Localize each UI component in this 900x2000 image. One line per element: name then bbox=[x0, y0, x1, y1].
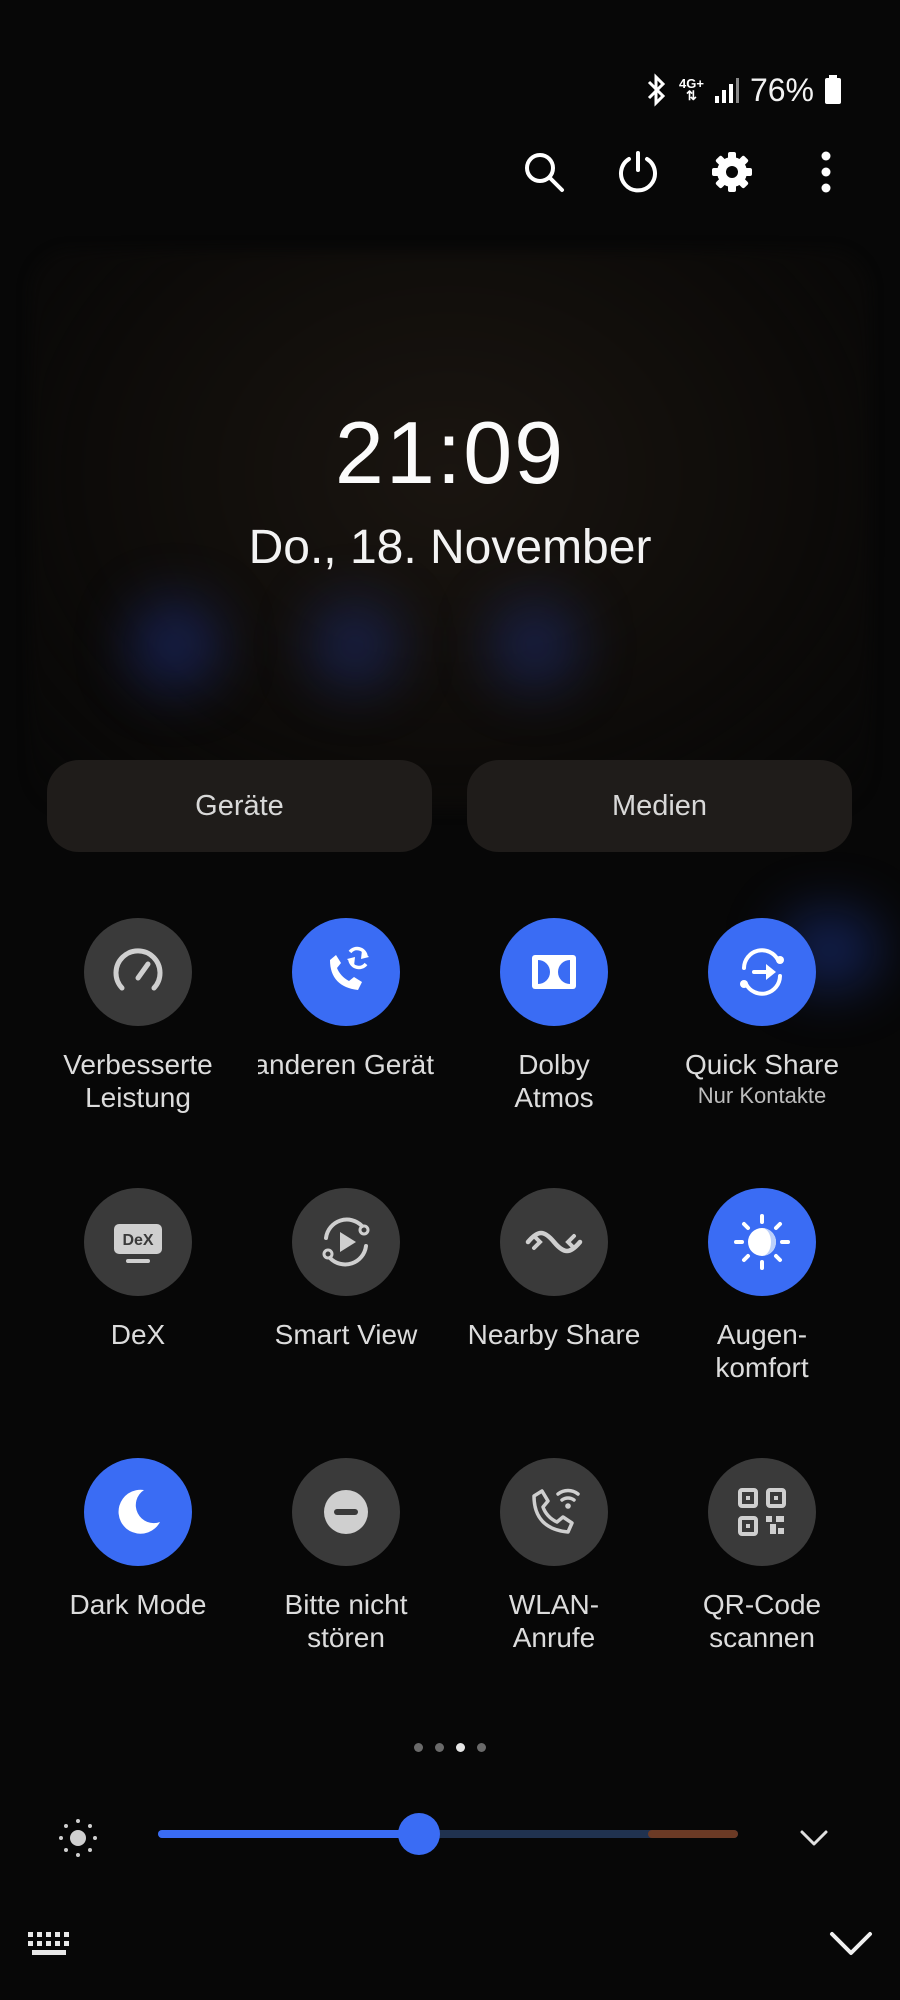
eye-comfort-icon bbox=[734, 1214, 790, 1270]
tile-toggle[interactable] bbox=[292, 1458, 400, 1566]
page-indicator bbox=[0, 1743, 900, 1752]
tile-toggle[interactable] bbox=[500, 1458, 608, 1566]
settings-button[interactable] bbox=[708, 148, 756, 196]
tile-toggle[interactable] bbox=[84, 1458, 192, 1566]
more-options-button[interactable] bbox=[802, 148, 850, 196]
battery-icon bbox=[825, 75, 841, 104]
tile-dolby-atmos[interactable]: Dolby Atmos bbox=[450, 918, 658, 1114]
tile-toggle[interactable] bbox=[292, 918, 400, 1026]
power-icon bbox=[619, 151, 657, 193]
brightness-icon bbox=[59, 1819, 97, 1857]
expand-brightness-chevron-icon[interactable] bbox=[796, 1820, 832, 1856]
collapse-panel-chevron-icon[interactable] bbox=[826, 1924, 876, 1964]
slider-thumb[interactable] bbox=[398, 1813, 440, 1855]
tile-label: Bitte nicht stören bbox=[284, 1589, 408, 1653]
tile-enhanced-performance[interactable]: Verbesserte Leistung bbox=[34, 918, 242, 1114]
clock-time[interactable]: 21:09 bbox=[0, 402, 900, 504]
tile-toggle[interactable] bbox=[708, 1458, 816, 1566]
qr-code-icon bbox=[738, 1488, 786, 1536]
tile-label: WLAN- Anrufe bbox=[508, 1589, 600, 1653]
dex-icon: DeX bbox=[114, 1224, 162, 1263]
page-dot[interactable] bbox=[414, 1743, 423, 1752]
tile-qr-scanner[interactable]: QR-Code scannen bbox=[658, 1458, 866, 1654]
status-bar: 4G+ ⇅ 76% bbox=[643, 70, 842, 110]
page-dot[interactable] bbox=[477, 1743, 486, 1752]
tile-label: Verbesserte Leistung bbox=[63, 1049, 213, 1113]
tile-toggle[interactable] bbox=[708, 918, 816, 1026]
keyboard-icon[interactable] bbox=[26, 1924, 74, 1964]
battery-percent: 76% bbox=[749, 71, 814, 108]
tile-toggle[interactable] bbox=[500, 1188, 608, 1296]
brightness-slider[interactable] bbox=[158, 1813, 738, 1855]
search-icon bbox=[525, 153, 564, 192]
tile-do-not-disturb[interactable]: Bitte nicht stören bbox=[242, 1458, 450, 1654]
speedometer-icon bbox=[113, 948, 163, 991]
tile-toggle[interactable] bbox=[500, 918, 608, 1026]
slider-fill bbox=[158, 1830, 419, 1838]
page-dot[interactable] bbox=[435, 1743, 444, 1752]
tile-label: Quick Share bbox=[684, 1049, 840, 1080]
smart-view-icon bbox=[322, 1217, 370, 1267]
tile-nearby-share[interactable]: Nearby Share bbox=[450, 1188, 658, 1351]
dolby-icon bbox=[532, 955, 576, 989]
devices-button[interactable]: Geräte bbox=[47, 760, 432, 852]
search-button[interactable] bbox=[520, 148, 568, 196]
tile-sublabel: Nur Kontakte bbox=[697, 1083, 827, 1108]
tile-toggle[interactable] bbox=[84, 918, 192, 1026]
media-button[interactable]: Medien bbox=[467, 760, 852, 852]
tile-label: QR-Code scannen bbox=[702, 1589, 822, 1653]
gear-icon bbox=[712, 152, 752, 192]
tile-label: Anrufe/SMS auf anderen Gerät bbox=[258, 1049, 434, 1080]
top-actions bbox=[520, 148, 850, 196]
tile-label: Smart View bbox=[274, 1319, 418, 1350]
moon-icon bbox=[118, 1489, 160, 1534]
network-type: 4G+ ⇅ bbox=[679, 76, 704, 103]
tile-label: Dolby Atmos bbox=[514, 1049, 594, 1113]
tile-calls-other-devices[interactable]: Anrufe/SMS auf anderen Gerät bbox=[242, 918, 450, 1081]
tile-label: Nearby Share bbox=[467, 1319, 641, 1350]
page-dot-active[interactable] bbox=[456, 1743, 465, 1752]
tile-label: Dark Mode bbox=[69, 1589, 207, 1620]
signal-bars-icon bbox=[714, 78, 739, 103]
tile-toggle[interactable]: DeX bbox=[84, 1188, 192, 1296]
call-sync-icon bbox=[330, 946, 369, 990]
power-button[interactable] bbox=[614, 148, 662, 196]
tile-smart-view[interactable]: Smart View bbox=[242, 1188, 450, 1351]
tile-wifi-calling[interactable]: WLAN- Anrufe bbox=[450, 1458, 658, 1654]
nearby-share-icon bbox=[525, 1230, 583, 1254]
tile-label: Augen- komfort bbox=[715, 1319, 809, 1383]
do-not-disturb-icon bbox=[324, 1490, 368, 1534]
tile-dark-mode[interactable]: Dark Mode bbox=[34, 1458, 242, 1621]
wifi-calling-icon bbox=[532, 1488, 580, 1534]
slider-warm-segment bbox=[648, 1830, 738, 1838]
bluetooth-icon bbox=[647, 73, 666, 107]
tile-eye-comfort[interactable]: Augen- komfort bbox=[658, 1188, 866, 1384]
clock-date[interactable]: Do., 18. November bbox=[0, 520, 900, 575]
tile-toggle[interactable] bbox=[708, 1188, 816, 1296]
tile-toggle[interactable] bbox=[292, 1188, 400, 1296]
tile-quick-share[interactable]: Quick Share Nur Kontakte bbox=[658, 918, 866, 1109]
quick-share-icon bbox=[740, 948, 784, 996]
tile-label: DeX bbox=[110, 1319, 166, 1350]
svg-text:DeX: DeX bbox=[122, 1232, 153, 1249]
tile-dex[interactable]: DeX DeX bbox=[34, 1188, 242, 1351]
more-vertical-icon bbox=[821, 151, 831, 193]
